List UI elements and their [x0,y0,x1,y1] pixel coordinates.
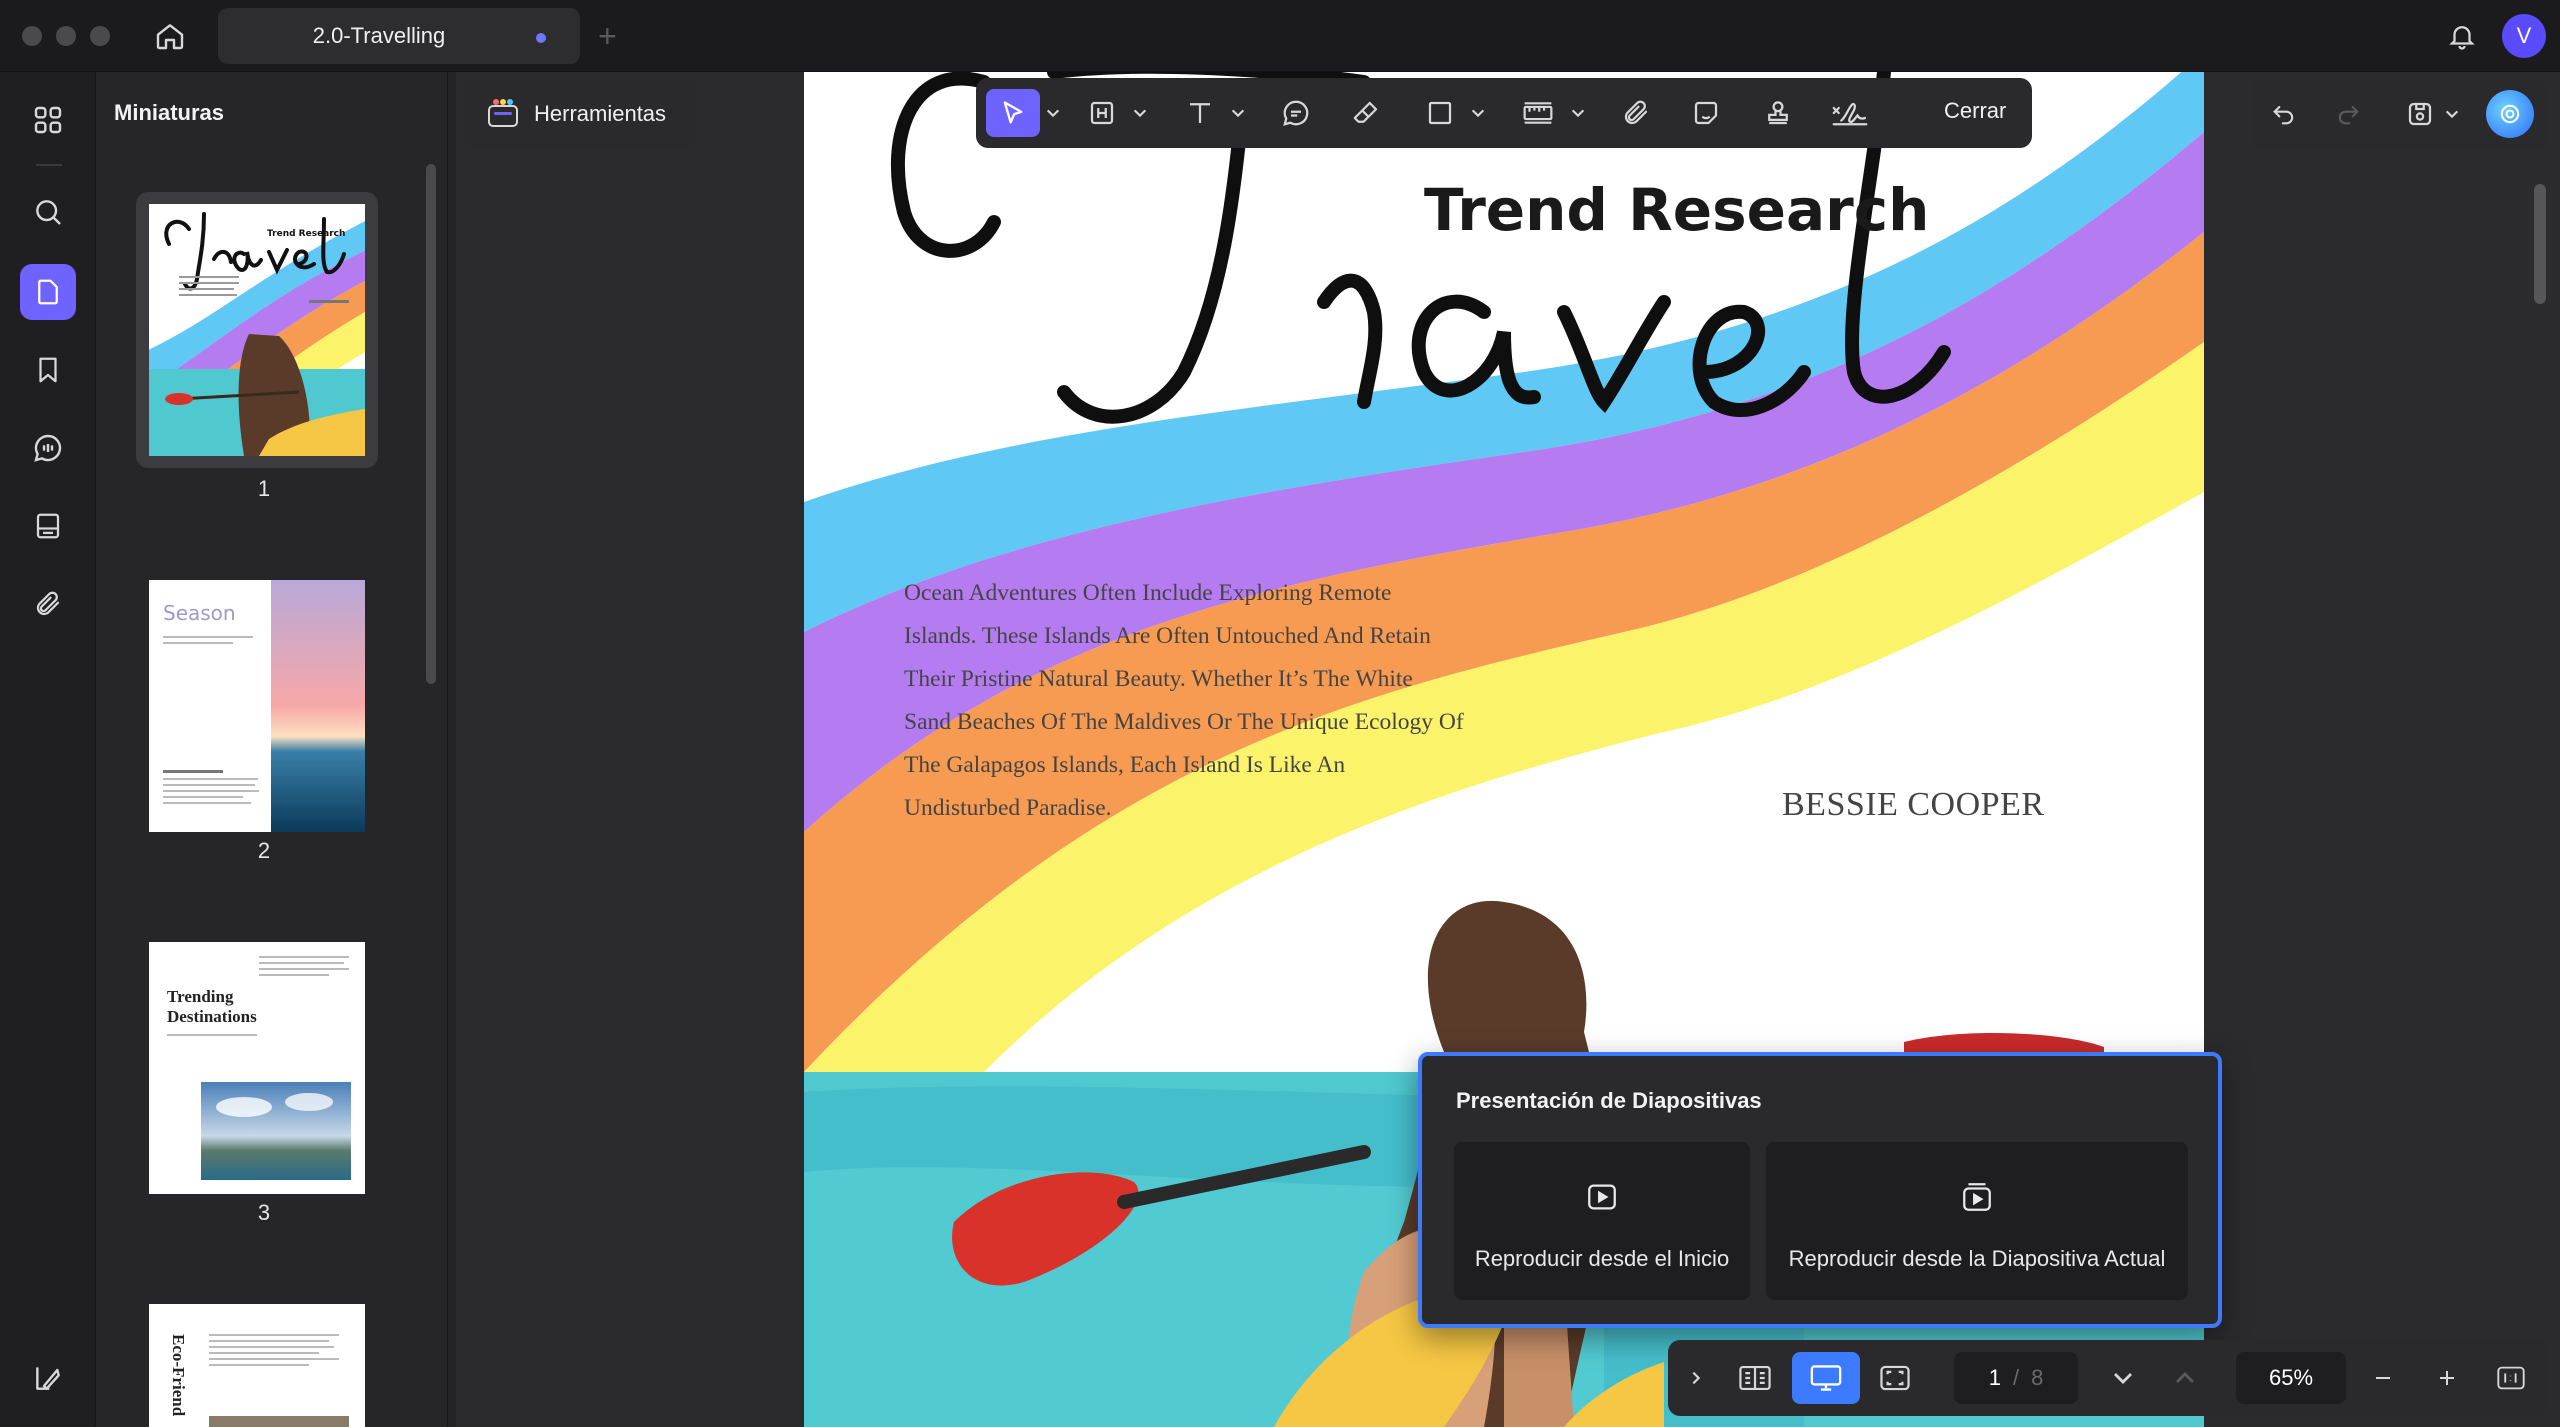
app-window: 2.0-Travelling + V Miniaturas Trend Rese… [0,0,2560,1427]
new-tab-icon[interactable]: + [598,16,617,56]
page-separator: / [2012,1365,2020,1390]
unsaved-dot-icon [536,33,546,43]
signature-tool-icon[interactable] [1822,89,1878,137]
thumbnail-2-title: Season [163,601,236,625]
apps-grid-icon[interactable] [20,92,76,148]
measure-chevron-icon[interactable] [1566,89,1590,137]
select-tool-chevron-icon[interactable] [1040,89,1066,137]
home-icon[interactable] [150,16,190,56]
actual-size-icon[interactable] [2484,1352,2538,1404]
highlight-tool-icon[interactable] [1078,89,1126,137]
slideshow-popup: Presentación de Diapositivas Reproducir … [1418,1052,2222,1328]
annotation-toolbar: Cerrar [976,78,2032,148]
thumbnails-page-icon[interactable] [20,264,76,320]
thumbnail-page-3[interactable]: Trending Destinations [136,930,378,1206]
search-icon[interactable] [20,184,76,240]
collapse-chevron-icon[interactable] [1668,1352,1724,1404]
page-heading: Trend Research [1424,176,1930,244]
thumbnails-panel: Miniaturas Trend Research 1 Season 2 Tre… [96,72,448,1427]
ai-assistant-icon[interactable] [2486,90,2534,138]
page-layout-icon[interactable] [1728,1352,1782,1404]
slideshow-popup-title: Presentación de Diapositivas [1456,1088,1762,1113]
tools-button[interactable]: Herramientas [464,80,696,148]
play-from-current-button[interactable]: Reproducir desde la Diapositiva Actual [1766,1142,2188,1300]
zoom-out-icon[interactable] [2356,1352,2410,1404]
eraser-tool-icon[interactable] [1342,89,1390,137]
thumbnail-page-4[interactable]: Eco-Friend [136,1292,378,1427]
thumbnail-image-4: Eco-Friend [149,1304,365,1427]
play-icon [1454,1180,1750,1214]
select-tool-icon[interactable] [986,89,1040,137]
attachment-icon[interactable] [20,576,76,632]
form-fields-icon[interactable] [20,498,76,554]
thumbnail-image-3: Trending Destinations [149,942,365,1194]
thumbnail-page-2[interactable]: Season [136,568,378,844]
play-from-current-label: Reproducir desde la Diapositiva Actual [1788,1246,2166,1271]
bookmark-icon[interactable] [20,342,76,398]
thumbnail-number-3: 3 [257,1200,271,1225]
play-from-start-label: Reproducir desde el Inicio [1474,1246,1730,1271]
brand-logo-icon[interactable] [20,1350,76,1406]
total-pages: 8 [2031,1365,2044,1390]
avatar[interactable]: V [2502,14,2546,58]
previous-page-icon[interactable] [2158,1352,2212,1404]
attach-tool-icon[interactable] [1612,89,1660,137]
right-header-tools [2250,80,2548,148]
fit-screen-icon[interactable] [1868,1352,1922,1404]
thumbnails-title: Miniaturas [114,100,225,125]
text-tool-chevron-icon[interactable] [1226,89,1250,137]
highlight-chevron-icon[interactable] [1128,89,1152,137]
next-page-icon[interactable] [2096,1352,2150,1404]
page-body-text: Ocean Adventures Often Include Exploring… [904,580,1464,821]
redo-icon[interactable] [2328,94,2368,134]
close-toolbar-button[interactable]: Cerrar [1944,98,2006,124]
shape-chevron-icon[interactable] [1466,89,1490,137]
thumbnails-scrollbar[interactable] [426,164,436,684]
thumbnail-page-1[interactable]: Trend Research [136,192,378,468]
svg-text:Trend Research: Trend Research [267,229,345,239]
title-bar: 2.0-Travelling + V [0,0,2560,72]
text-tool-icon[interactable] [1176,89,1224,137]
window-zoom-button[interactable] [90,26,110,46]
play-current-icon [1766,1180,2188,1214]
undo-icon[interactable] [2264,94,2304,134]
save-icon[interactable] [2400,94,2440,134]
stamp-tool-icon[interactable] [1754,89,1802,137]
shape-tool-icon[interactable] [1416,89,1464,137]
bottom-toolbar: 1 / 8 65% [1668,1340,2548,1416]
slideshow-icon[interactable] [1792,1352,1860,1404]
rail-divider [36,164,62,166]
sticker-tool-icon[interactable] [1682,89,1730,137]
comments-icon[interactable] [20,420,76,476]
thumbnail-3-title-line2: Destinations [167,1007,257,1026]
window-minimize-button[interactable] [56,26,76,46]
play-from-start-button[interactable]: Reproducir desde el Inicio [1454,1142,1750,1300]
thumbnail-4-title: Eco-Friend [169,1334,188,1417]
left-rail [0,72,96,1427]
current-page-number: 1 [1988,1365,2001,1390]
thumbnail-3-title-line1: Trending [167,987,234,1006]
tab-title: 2.0-Travelling [312,23,446,48]
page-indicator[interactable]: 1 / 8 [1954,1352,2078,1404]
thumbnail-image-2: Season [149,580,365,832]
toolbox-icon [486,98,520,130]
thumbnail-image-1: Trend Research [149,204,365,456]
thumbnail-number-2: 2 [257,838,271,863]
document-tab[interactable]: 2.0-Travelling [218,8,580,64]
tools-label: Herramientas [534,101,667,126]
page-author: BESSIE COOPER [1782,786,2045,823]
measure-tool-icon[interactable] [1512,89,1564,137]
zoom-level[interactable]: 65% [2236,1352,2346,1404]
comment-tool-icon[interactable] [1272,89,1320,137]
document-scrollbar[interactable] [2534,184,2546,304]
bell-icon[interactable] [2442,16,2482,56]
save-chevron-icon[interactable] [2440,94,2464,134]
zoom-in-icon[interactable] [2420,1352,2474,1404]
window-close-button[interactable] [22,26,42,46]
thumbnail-number-1: 1 [257,476,271,501]
